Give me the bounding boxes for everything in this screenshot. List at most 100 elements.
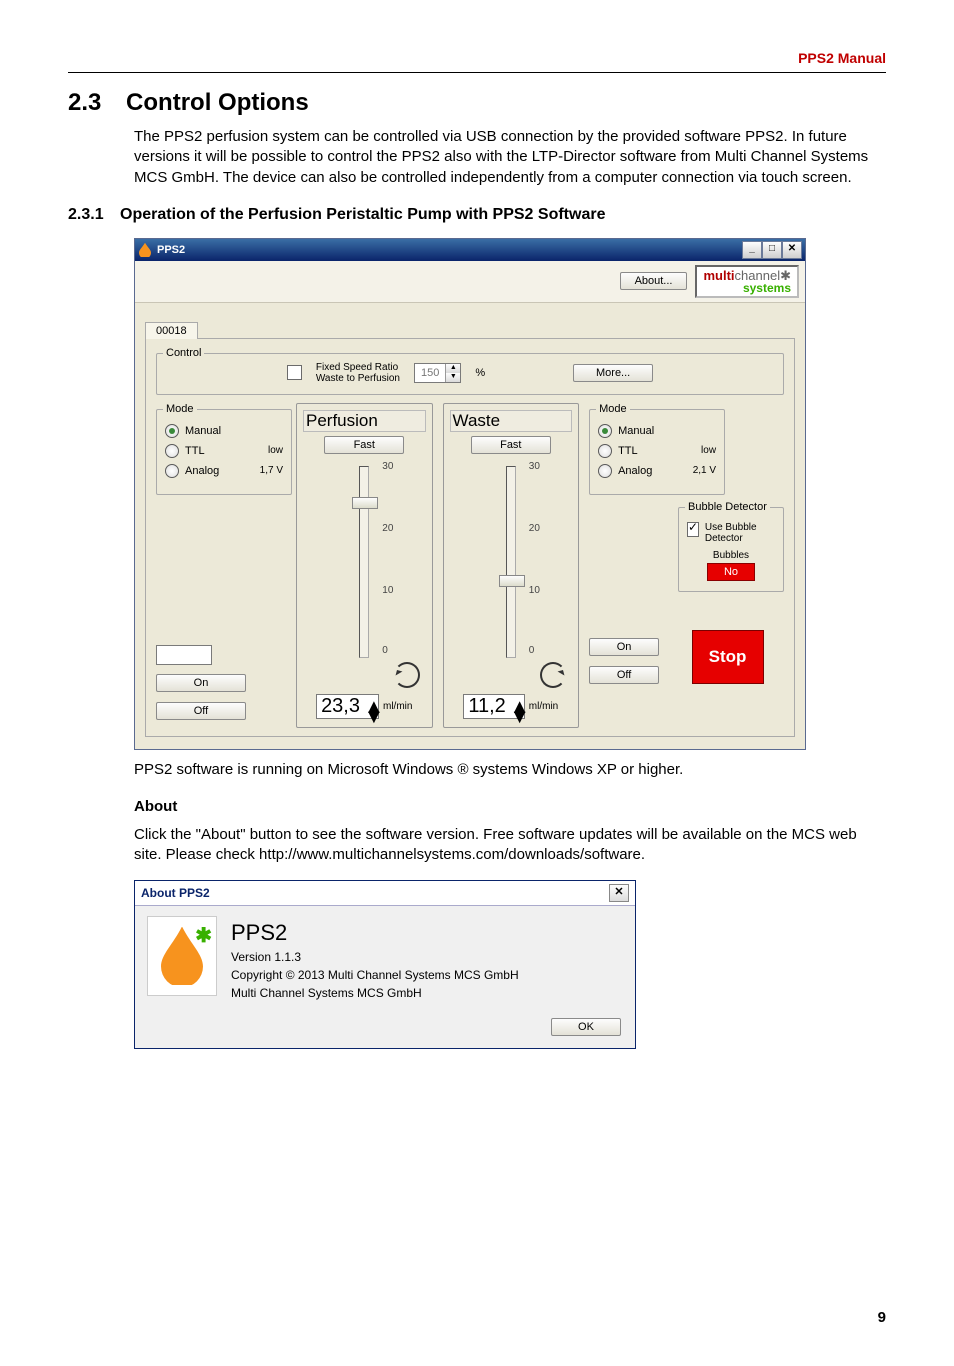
logo-text-1: multi xyxy=(703,268,734,283)
waste-title: Waste xyxy=(450,410,573,432)
about-company: Multi Channel Systems MCS GmbH xyxy=(231,986,519,1000)
waste-fast-button[interactable]: Fast xyxy=(471,436,551,454)
app-icon xyxy=(139,243,151,257)
fixed-speed-checkbox[interactable] xyxy=(287,365,302,380)
left-textbox[interactable] xyxy=(156,645,212,665)
perfusion-flow-value: 23,3 xyxy=(321,695,360,718)
tick-0: 0 xyxy=(382,645,388,656)
tick-10: 10 xyxy=(529,585,540,596)
bubble-legend: Bubble Detector xyxy=(685,501,770,513)
radio-icon[interactable] xyxy=(165,464,179,478)
maximize-icon[interactable]: □ xyxy=(762,241,782,259)
radio-label: Analog xyxy=(185,465,219,477)
close-icon[interactable]: ✕ xyxy=(609,884,629,902)
use-bubble-label: Use Bubble Detector xyxy=(705,522,775,544)
tick-20: 20 xyxy=(382,523,393,534)
slider-thumb[interactable] xyxy=(352,497,378,509)
about-window: About PPS2 ✕ ✱ PPS2 Version 1.1.3 Copyri… xyxy=(134,880,636,1049)
about-app-icon: ✱ xyxy=(147,916,217,996)
mode-left-group: Mode Manual TTL low xyxy=(156,409,292,495)
minimize-icon[interactable]: _ xyxy=(742,241,762,259)
radio-icon[interactable] xyxy=(165,424,179,438)
intro-paragraph: The PPS2 perfusion system can be control… xyxy=(134,127,886,188)
radio-icon[interactable] xyxy=(598,464,612,478)
on-left-button[interactable]: On xyxy=(156,674,246,692)
off-left-button[interactable]: Off xyxy=(156,702,246,720)
fixed-speed-label-1: Fixed Speed Ratio xyxy=(316,362,400,373)
bubbles-label: Bubbles xyxy=(687,550,775,561)
bubble-detector-group: Bubble Detector Use Bubble Detector Bubb… xyxy=(678,507,784,592)
logo: multichannel✱ systems xyxy=(695,265,799,298)
perfusion-fast-button[interactable]: Fast xyxy=(324,436,404,454)
caption-1: PPS2 software is running on Microsoft Wi… xyxy=(134,760,886,780)
radio-label: Manual xyxy=(185,425,221,437)
ratio-value: 150 xyxy=(415,367,445,379)
mode-left-manual[interactable]: Manual xyxy=(165,424,283,438)
waste-slider[interactable]: 30 20 10 0 xyxy=(450,458,573,658)
tick-20: 20 xyxy=(529,523,540,534)
perfusion-flow-spinner[interactable]: 23,3 ▲ ▼ xyxy=(316,694,379,719)
more-button[interactable]: More... xyxy=(573,364,653,382)
about-copyright: Copyright © 2013 Multi Channel Systems M… xyxy=(231,968,519,982)
tick-10: 10 xyxy=(382,585,393,596)
titlebar[interactable]: PPS2 _ □ ✕ xyxy=(135,239,805,261)
section-heading: 2.3 Control Options xyxy=(68,89,886,117)
waste-column: Waste Fast 30 20 10 0 xyxy=(443,403,580,728)
spinner-up-icon[interactable]: ▲ xyxy=(364,696,376,706)
logo-text-3: systems xyxy=(703,282,791,294)
about-paragraph: Click the "About" button to see the soft… xyxy=(134,825,886,866)
tab-device[interactable]: 00018 xyxy=(145,322,198,339)
spinner-up-icon[interactable]: ▲ xyxy=(445,364,460,373)
about-button[interactable]: About... xyxy=(620,272,688,290)
mode-left-legend: Mode xyxy=(163,403,197,415)
ok-button[interactable]: OK xyxy=(551,1018,621,1036)
about-version: Version 1.1.3 xyxy=(231,950,519,964)
mode-right-ttl[interactable]: TTL low xyxy=(598,444,716,458)
radio-value: 2,1 V xyxy=(693,465,716,476)
radio-label: Analog xyxy=(618,465,652,477)
fixed-speed-label-2: Waste to Perfusion xyxy=(316,373,400,384)
on-right-button[interactable]: On xyxy=(589,638,659,656)
mode-right-manual[interactable]: Manual xyxy=(598,424,716,438)
radio-icon[interactable] xyxy=(598,424,612,438)
spinner-down-icon[interactable]: ▼ xyxy=(364,706,376,716)
radio-value: low xyxy=(701,445,716,456)
off-right-button[interactable]: Off xyxy=(589,666,659,684)
control-group: Control Fixed Speed Ratio Waste to Perfu… xyxy=(156,353,784,395)
about-window-title: About PPS2 xyxy=(141,886,210,900)
tick-30: 30 xyxy=(529,461,540,472)
mode-left-analog[interactable]: Analog 1,7 V xyxy=(165,464,283,478)
running-head: PPS2 Manual xyxy=(68,50,886,66)
spinner-down-icon[interactable]: ▼ xyxy=(510,706,522,716)
slider-thumb[interactable] xyxy=(499,575,525,587)
perfusion-flow-unit: ml/min xyxy=(383,701,412,712)
radio-icon[interactable] xyxy=(598,444,612,458)
ratio-spinner[interactable]: 150 ▲▼ xyxy=(414,363,461,383)
waste-flow-spinner[interactable]: 11,2 ▲ ▼ xyxy=(463,694,524,719)
rotation-cw-icon xyxy=(394,662,420,688)
mode-right-analog[interactable]: Analog 2,1 V xyxy=(598,464,716,478)
header-rule xyxy=(68,72,886,73)
radio-label: TTL xyxy=(618,445,638,457)
radio-label: TTL xyxy=(185,445,205,457)
subsection-number: 2.3.1 xyxy=(68,206,104,223)
about-titlebar[interactable]: About PPS2 ✕ xyxy=(135,881,635,906)
use-bubble-checkbox[interactable] xyxy=(687,522,699,537)
close-icon[interactable]: ✕ xyxy=(782,241,802,259)
subsection-title: Operation of the Perfusion Peristaltic P… xyxy=(120,206,605,223)
mode-right-legend: Mode xyxy=(596,403,630,415)
ratio-unit: % xyxy=(475,367,485,379)
radio-value: 1,7 V xyxy=(260,465,283,476)
waste-flow-unit: ml/min xyxy=(529,701,558,712)
tick-0: 0 xyxy=(529,645,535,656)
perfusion-slider[interactable]: 30 20 10 0 xyxy=(303,458,426,658)
mode-right-group: Mode Manual TTL low xyxy=(589,409,725,495)
section-title: Control Options xyxy=(126,89,309,116)
stop-button[interactable]: Stop xyxy=(692,630,764,684)
radio-icon[interactable] xyxy=(165,444,179,458)
spinner-up-icon[interactable]: ▲ xyxy=(510,696,522,706)
radio-label: Manual xyxy=(618,425,654,437)
spinner-down-icon[interactable]: ▼ xyxy=(445,373,460,382)
mode-left-ttl[interactable]: TTL low xyxy=(165,444,283,458)
window-title: PPS2 xyxy=(157,244,185,256)
